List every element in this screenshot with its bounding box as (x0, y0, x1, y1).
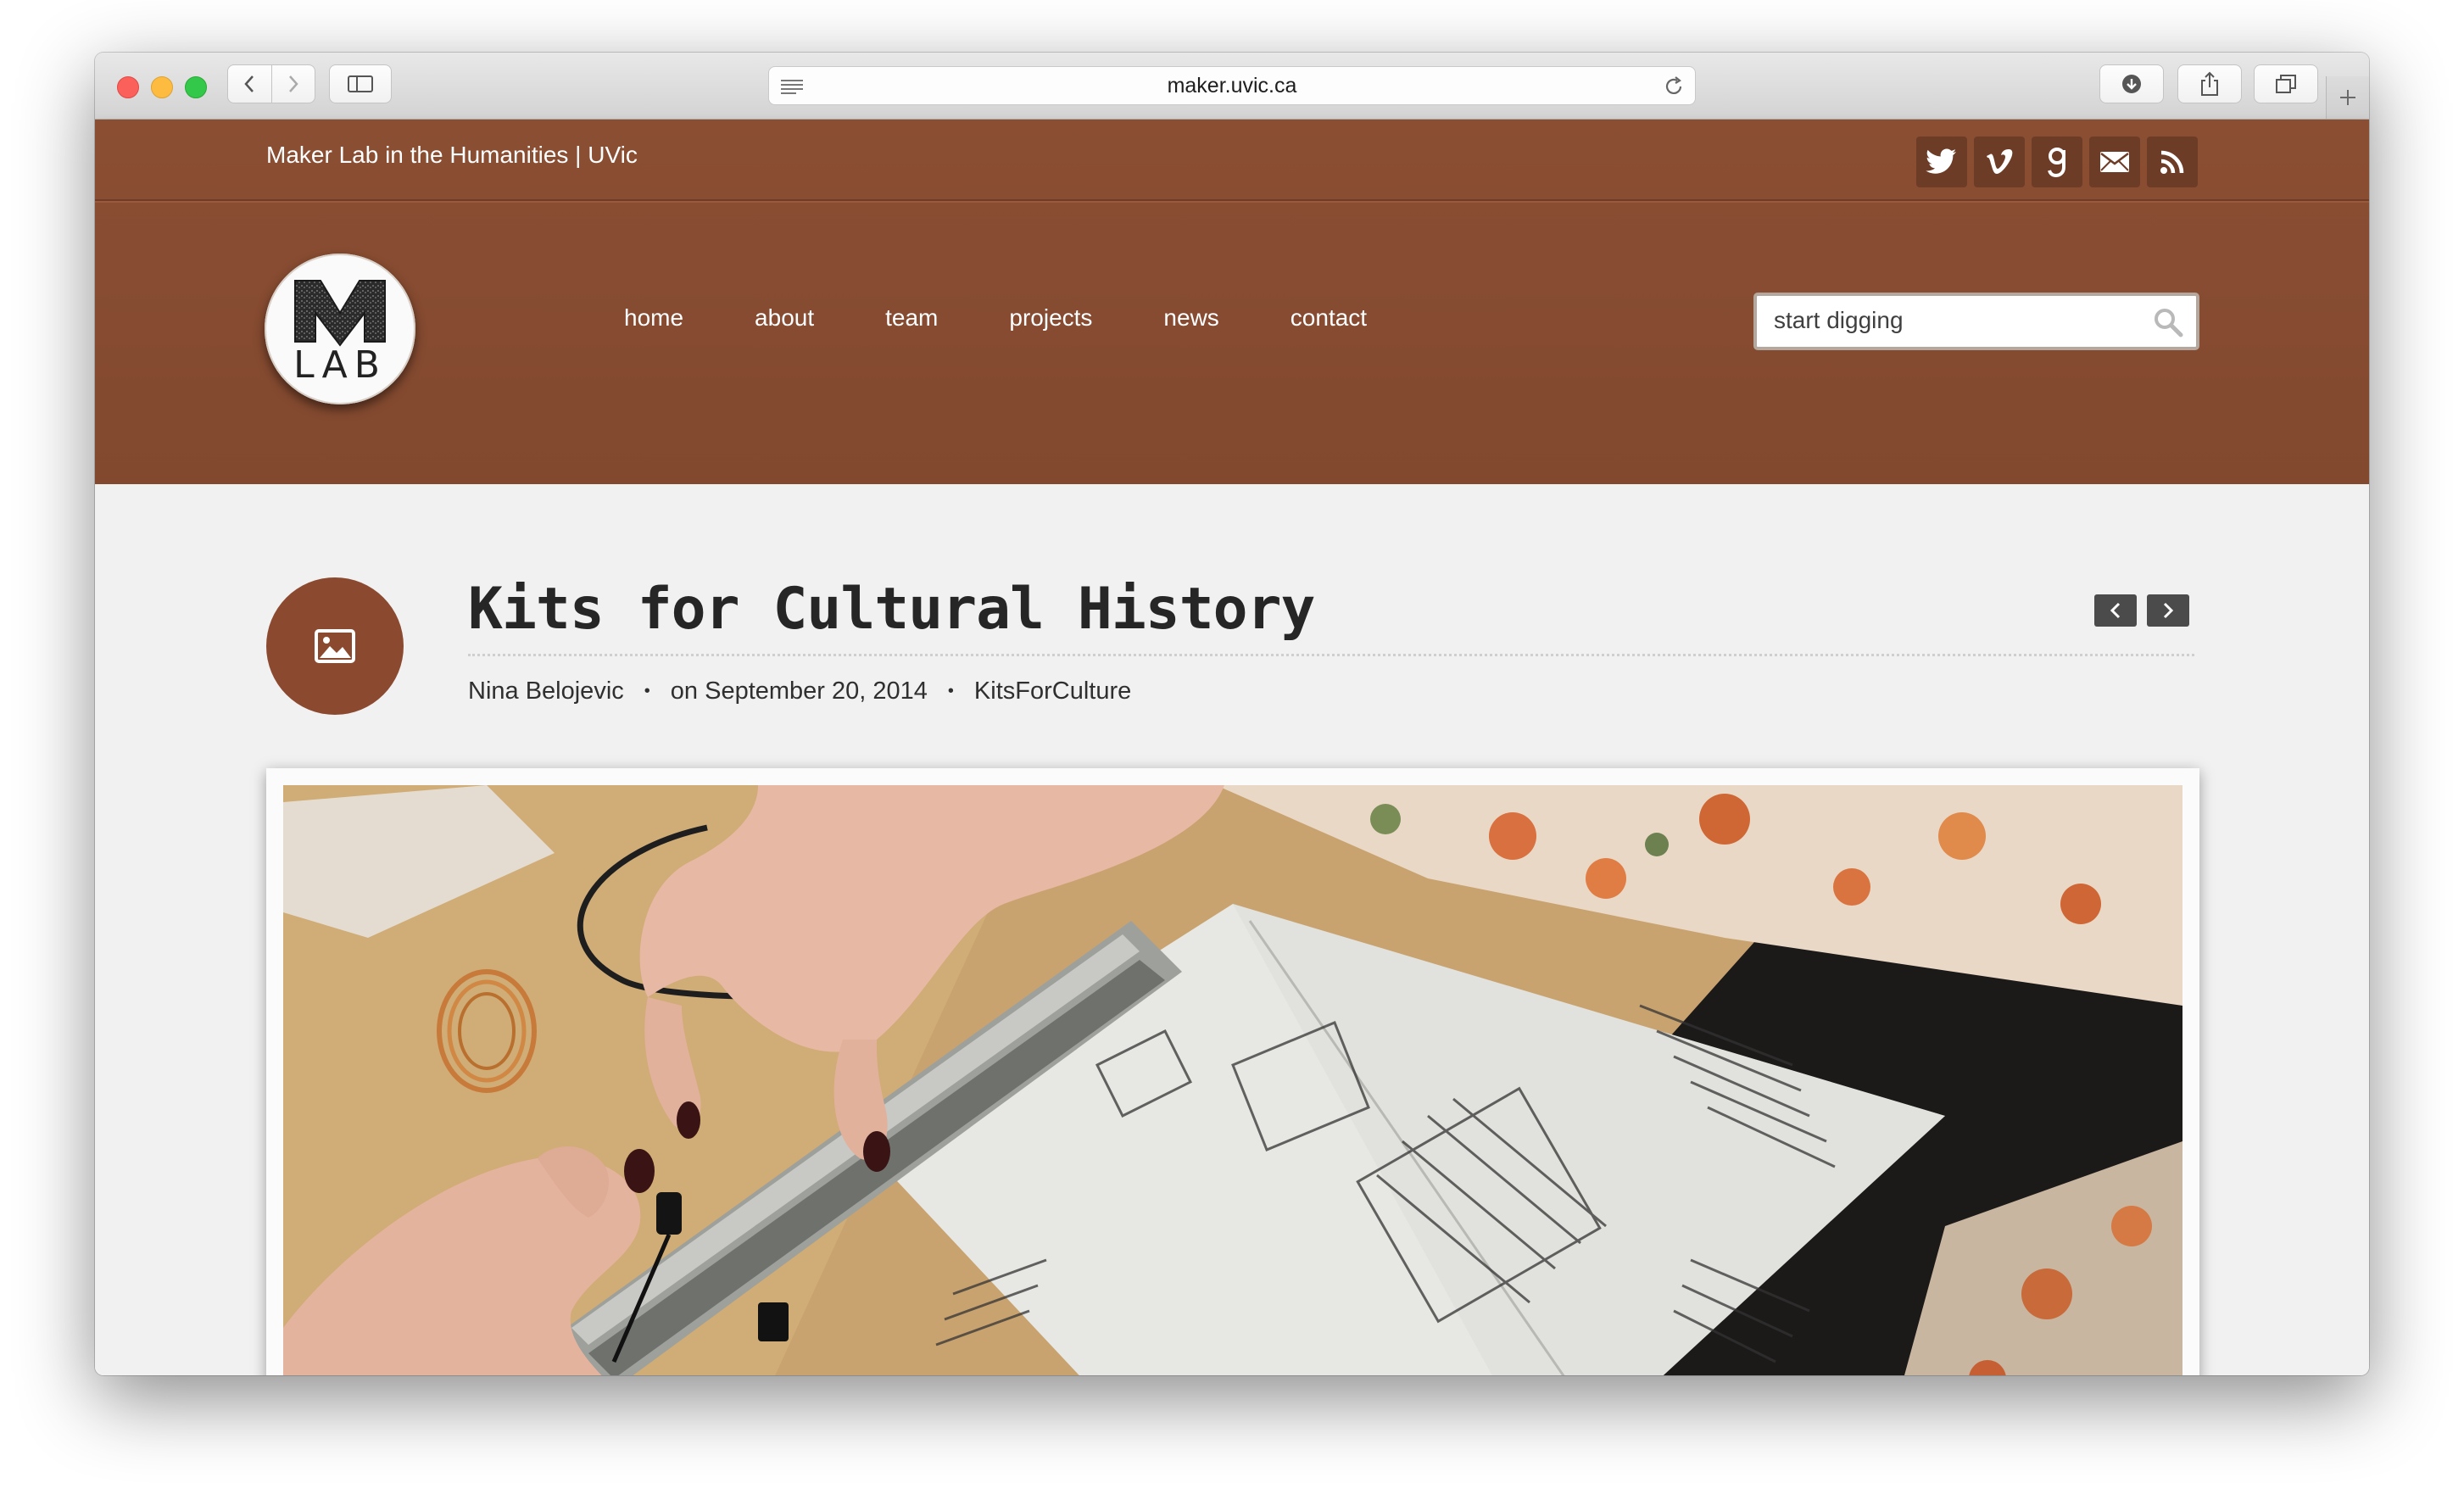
downloads-button[interactable] (2099, 64, 2164, 103)
post-meta: Nina Belojevic • on September 20, 2014 •… (468, 677, 1131, 705)
plus-icon (2340, 90, 2355, 105)
site-name[interactable]: Maker Lab in the Humanities | UVic (266, 142, 638, 169)
nav-team[interactable]: team (885, 304, 938, 332)
share-icon (2201, 71, 2218, 96)
search-box[interactable]: start digging (1753, 293, 2199, 350)
rss-icon[interactable] (2147, 137, 2198, 187)
close-window-button[interactable] (117, 76, 139, 98)
post-date: on September 20, 2014 (670, 677, 928, 705)
chevron-right-icon (288, 75, 298, 92)
nav-home[interactable]: home (624, 304, 683, 332)
chevron-left-icon (2110, 602, 2121, 619)
meta-separator: • (947, 682, 954, 700)
browser-toolbar: maker.uvic.ca (95, 53, 2369, 120)
tabs-icon (2276, 75, 2296, 93)
share-button[interactable] (2177, 64, 2242, 103)
mail-icon[interactable] (2089, 137, 2140, 187)
next-post-button[interactable] (2147, 594, 2189, 627)
browser-window: maker.uvic.ca Maker Lab in the Humanitie… (95, 53, 2369, 1375)
history-nav (227, 64, 315, 103)
featured-image[interactable] (283, 785, 2182, 1375)
title-divider (468, 654, 2194, 656)
sidebar-button[interactable] (329, 64, 392, 103)
chevron-left-icon (244, 75, 254, 92)
reload-icon[interactable] (1663, 75, 1685, 98)
goodreads-icon[interactable] (2032, 137, 2082, 187)
address-bar[interactable]: maker.uvic.ca (768, 66, 1696, 105)
forward-button[interactable] (271, 64, 315, 103)
tabs-overview-button[interactable] (2254, 64, 2318, 103)
post-format-badge (266, 577, 404, 715)
vimeo-icon[interactable] (1974, 137, 2025, 187)
social-links (1916, 137, 2198, 187)
post-pager (2094, 594, 2189, 627)
main-content: Kits for Cultural History Nina Belojevic… (95, 484, 2369, 1375)
post-author[interactable]: Nina Belojevic (468, 677, 624, 705)
chevron-right-icon (2163, 602, 2174, 619)
back-button[interactable] (227, 64, 272, 103)
new-tab-button[interactable] (2326, 76, 2369, 119)
top-bar: Maker Lab in the Humanities | UVic (95, 120, 2369, 203)
search-icon[interactable] (2152, 306, 2184, 338)
sidebar-icon (348, 75, 373, 92)
twitter-icon[interactable] (1916, 137, 1967, 187)
site-header: Maker Lab in the Humanities | UVic LAB h… (95, 120, 2369, 484)
nav-about[interactable]: about (755, 304, 814, 332)
logo-text: LAB (293, 343, 387, 387)
image-icon (315, 629, 355, 663)
meta-separator: • (644, 682, 650, 700)
nav-news[interactable]: news (1163, 304, 1218, 332)
site-logo[interactable]: LAB (265, 254, 415, 404)
nav-projects[interactable]: projects (1009, 304, 1092, 332)
featured-image-frame (266, 768, 2199, 1375)
topbar-divider (95, 201, 2369, 203)
post-category[interactable]: KitsForCulture (974, 677, 1131, 705)
post-title: Kits for Cultural History (468, 576, 1315, 643)
previous-post-button[interactable] (2094, 594, 2137, 627)
nav-contact[interactable]: contact (1291, 304, 1367, 332)
main-nav: home about team projects news contact (624, 304, 1438, 332)
url-text: maker.uvic.ca (1167, 74, 1297, 98)
minimize-window-button[interactable] (151, 76, 173, 98)
download-icon (2122, 75, 2141, 93)
zoom-window-button[interactable] (185, 76, 207, 98)
search-input[interactable]: start digging (1774, 307, 1904, 334)
